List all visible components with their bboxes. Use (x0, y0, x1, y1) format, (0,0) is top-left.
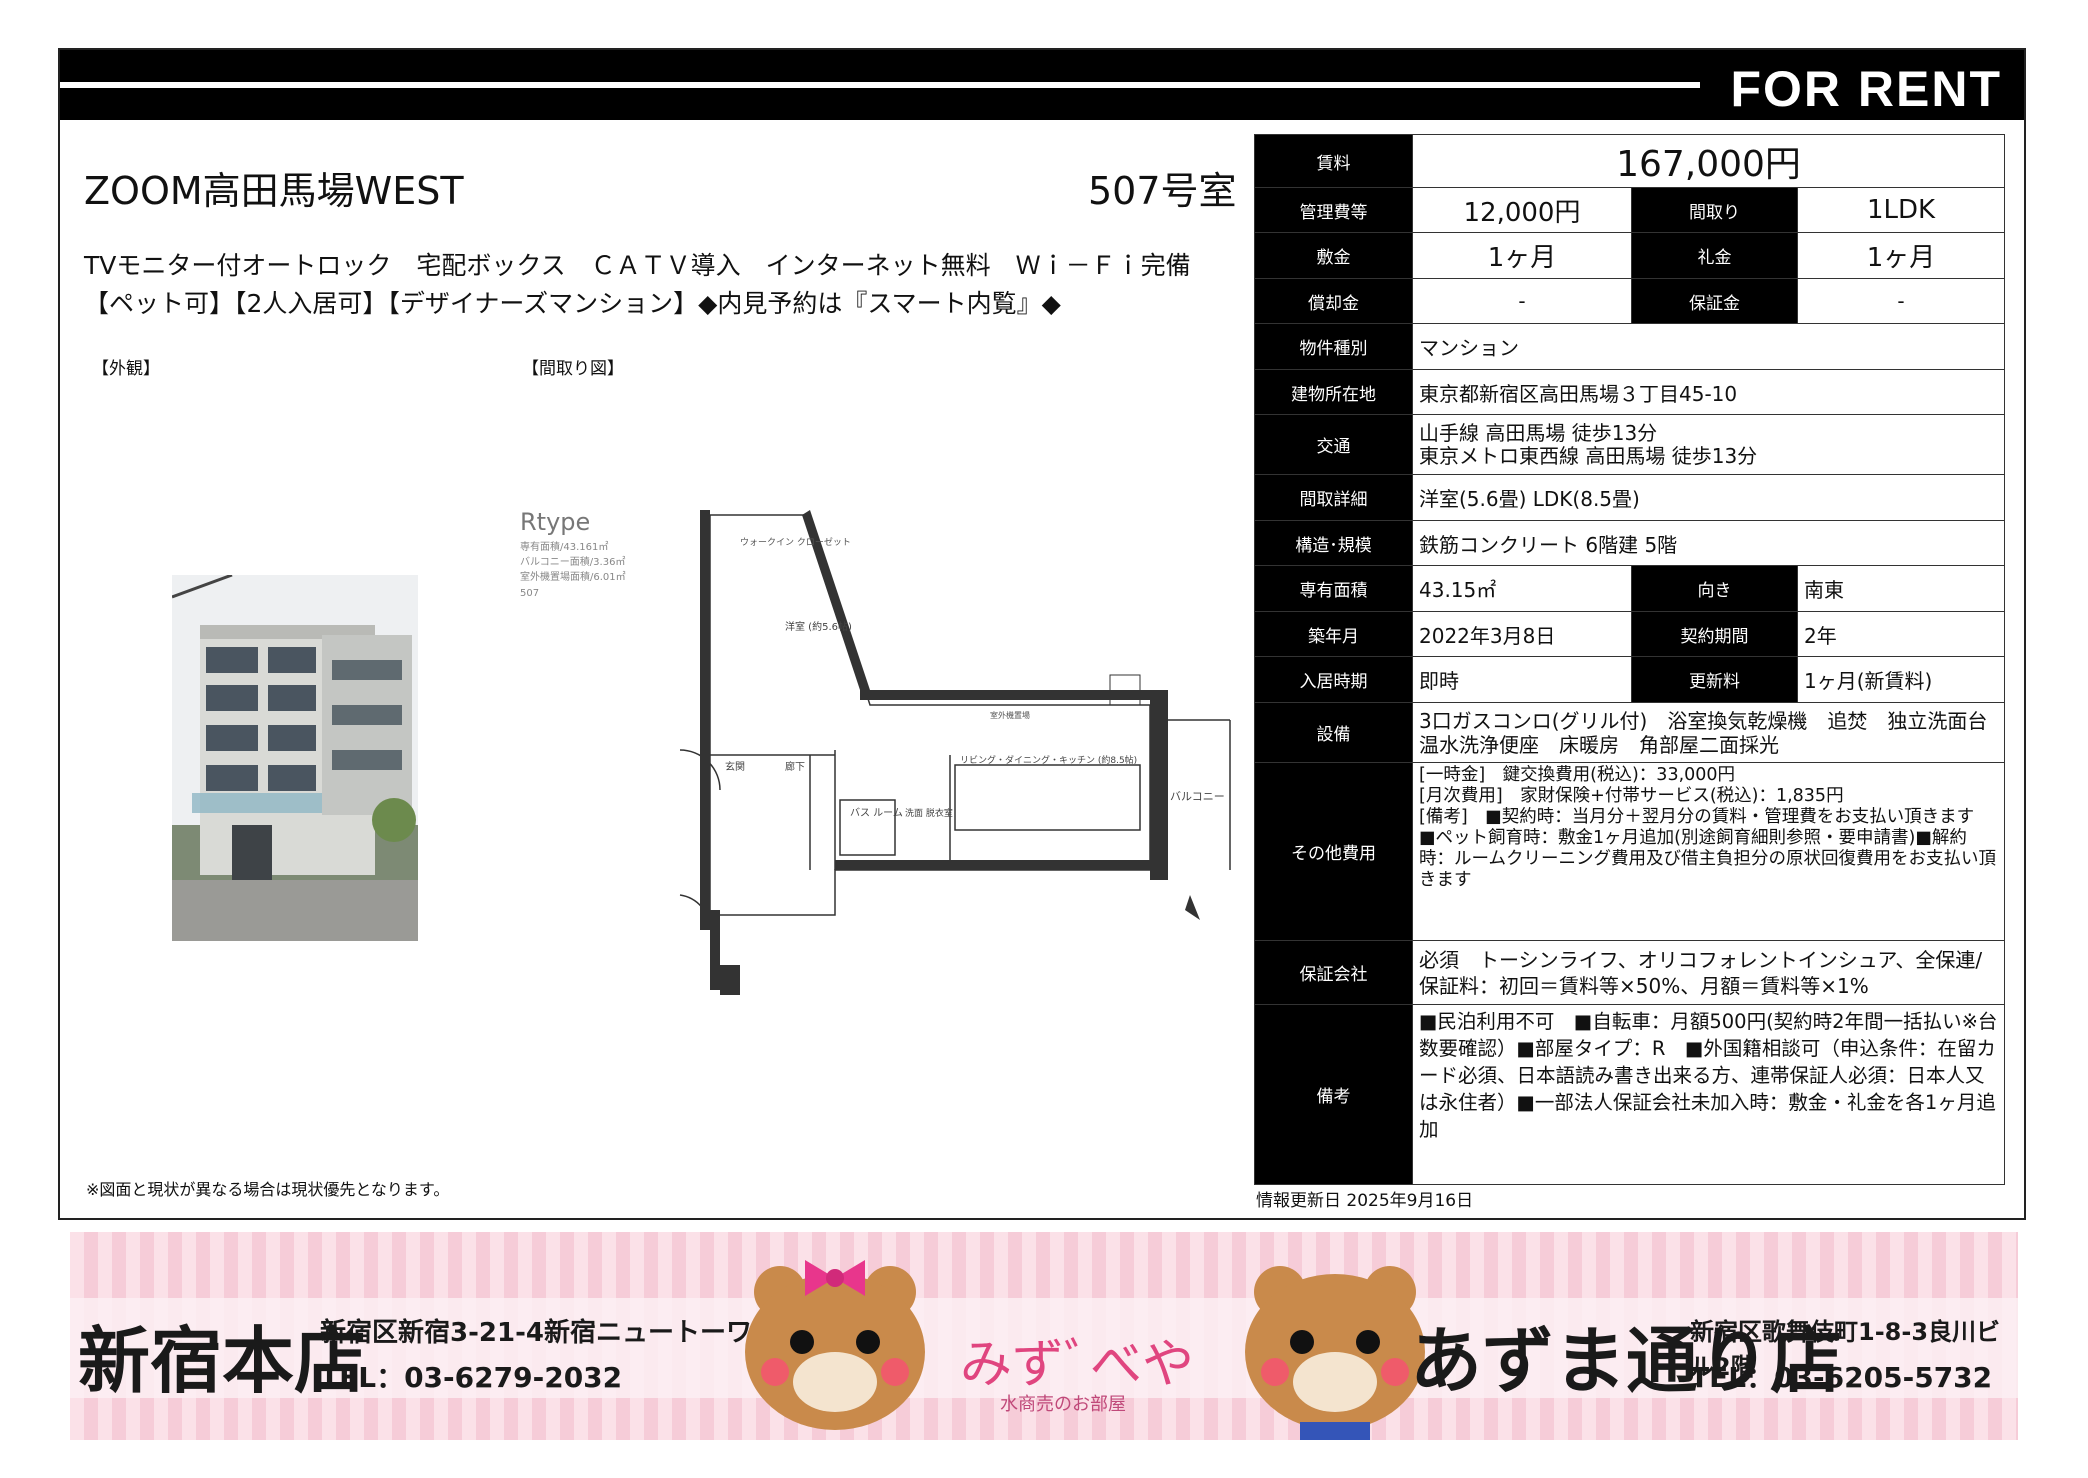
other-fees-label: その他費用 (1254, 762, 1413, 941)
exterior-label: 【外観】 (92, 359, 160, 379)
for-rent-badge: FOR RENT (1730, 61, 2002, 117)
mgmt-label: 管理費等 (1254, 187, 1413, 233)
transit-line-2: 東京メトロ東西線 高田馬場 徒歩13分 (1419, 443, 1758, 468)
plan-label-hall: 廊下 (785, 760, 805, 773)
layout-value: 1LDK (1796, 187, 2006, 233)
type-value: マンション (1411, 323, 2006, 370)
disclaimer: ※図面と現状が異なる場合は現状優先となります。 (86, 1180, 450, 1199)
north-arrow-icon (1185, 895, 1200, 920)
exterior-photo (172, 575, 418, 941)
plan-label-ldk: リビング・ダイニング・キッチン (約8.5帖) (960, 754, 1137, 766)
rent-label: 賃料 (1254, 134, 1413, 188)
term-label: 契約期間 (1631, 611, 1798, 657)
store-banner: 新宿本店 新宿区新宿3-21-4新宿ニュートーワビル1階 TEL：03-6279… (70, 1232, 2018, 1440)
features-line-2: 【ペット可】【2人入居可】【デザイナーズマンション】◆内見予約は『スマート内覧』… (84, 289, 1061, 318)
floor-plan: Rtype 専有面積/43.161㎡ バルコニー面積/3.36㎡ 室外機置場面積… (510, 500, 1270, 1000)
equip-value: 3口ガスコンロ(グリル付) 浴室換気乾燥機 追焚 独立洗面台 温水洗浄便座 床暖… (1411, 702, 2007, 763)
header-rule (60, 82, 1700, 88)
movein-label: 入居時期 (1254, 656, 1413, 703)
property-name: ZOOM高田馬場WEST (84, 169, 464, 213)
transit-line-1: 山手線 高田馬場 徒歩13分 (1419, 420, 1658, 445)
structure-value: 鉄筋コンクリート 6階建 5階 (1411, 520, 2006, 566)
bear-mascot-girl-icon (745, 1260, 925, 1430)
room-number: 507号室 (1088, 169, 1237, 213)
guarantor-value: 必須 トーシンライフ、オリコフォレントインシュア、全保連/保証料：初回＝賃料等×… (1411, 940, 2006, 1005)
structure-label: 構造･規模 (1254, 520, 1413, 566)
other-fees-value: [一時金] 鍵交換費用(税込)：33,000円 [月次費用] 家財保険+付帯サー… (1411, 762, 2006, 941)
header-bar: FOR RENT (60, 50, 2024, 120)
amort-value: - (1412, 278, 1632, 324)
guarantee-label: 保証金 (1631, 278, 1798, 324)
address-value: 東京都新宿区高田馬場３丁目45-10 (1411, 369, 2006, 415)
brand-logo: みずﾞべや (960, 1335, 1195, 1395)
plan-label-western: 洋室 (約5.6帖) (785, 620, 852, 633)
updated-date: 情報更新日 2025年9月16日 (1256, 1191, 1474, 1211)
equip-label: 設備 (1254, 702, 1413, 763)
rooms-label: 間取詳細 (1254, 474, 1413, 521)
plan-label-outdoor-unit: 室外機置場 (990, 710, 1030, 720)
plan-area-line: 室外機置場面積/6.01㎡ (520, 570, 626, 583)
rent-value: 167,000円 (1411, 134, 2006, 188)
facing-value: 南東 (1796, 565, 2006, 612)
guarantee-value: - (1796, 278, 2006, 324)
facing-label: 向き (1631, 565, 1798, 612)
plan-label-walkin: ウォークイン クローゼット (740, 536, 851, 548)
amort-label: 償却金 (1254, 278, 1413, 324)
features-line-1: TVモニター付オートロック 宅配ボックス ＣＡＴＶ導入 インターネット無料 Ｗｉ… (84, 251, 1191, 280)
guarantor-label: 保証会社 (1254, 940, 1413, 1005)
brand-logo-sub: 水商売のお部屋 (1000, 1394, 1126, 1415)
area-value: 43.15㎡ (1412, 565, 1632, 612)
area-label: 専有面積 (1254, 565, 1413, 612)
floorplan-label: 【間取り図】 (522, 359, 624, 379)
remarks-value: ■民泊利用不可 ■自転車：月額500円(契約時2年間一括払い※台数要確認）■部屋… (1411, 1004, 2006, 1185)
plan-label-bath: バス ルーム (850, 807, 903, 819)
layout-label: 間取り (1631, 187, 1798, 233)
built-label: 築年月 (1254, 611, 1413, 657)
address-label: 建物所在地 (1254, 369, 1413, 415)
deposit-value: 1ヶ月 (1412, 232, 1632, 279)
plan-area-line: 専有面積/43.161㎡ (520, 540, 608, 553)
spec-table: 賃料 167,000円 管理費等 12,000円 間取り 1LDK 敷金 1ヶ月… (1254, 134, 2007, 1185)
key-money-value: 1ヶ月 (1796, 232, 2006, 279)
term-value: 2年 (1796, 611, 2006, 657)
built-value: 2022年3月8日 (1412, 611, 1632, 657)
transit-label: 交通 (1254, 414, 1413, 475)
rooms-value: 洋室(5.6畳) LDK(8.5畳) (1411, 474, 2006, 521)
mgmt-value: 12,000円 (1412, 187, 1632, 233)
plan-area-line: バルコニー面積/3.36㎡ (520, 555, 625, 568)
renewal-value: 1ヶ月(新賃料) (1796, 656, 2006, 703)
remarks-label: 備考 (1254, 1004, 1413, 1185)
renewal-label: 更新料 (1631, 656, 1798, 703)
plan-label-balcony: バルコニー (1170, 790, 1225, 803)
store2-tel: TEL：03-6205-5732 (1690, 1361, 1993, 1394)
deposit-label: 敷金 (1254, 232, 1413, 279)
key-money-label: 礼金 (1631, 232, 1798, 279)
plan-label-entrance: 玄関 (725, 760, 745, 773)
plan-area-line: 507 (520, 588, 539, 599)
movein-value: 即時 (1412, 656, 1632, 703)
plan-label-wash: 洗面 脱衣室 (905, 807, 953, 819)
type-label: 物件種別 (1254, 323, 1413, 370)
plan-type-title: Rtype (520, 508, 590, 536)
store1-tel: TEL：03-6279-2032 (320, 1361, 623, 1394)
